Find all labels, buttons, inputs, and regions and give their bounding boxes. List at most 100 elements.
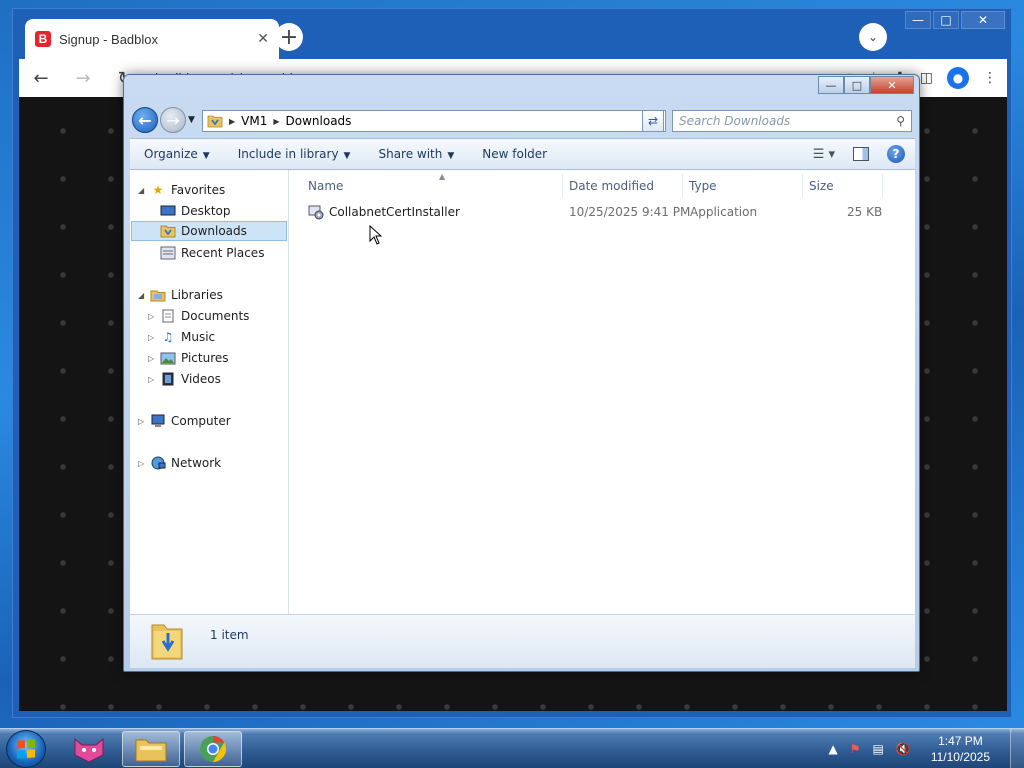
breadcrumb-downloads[interactable]: Downloads xyxy=(286,114,352,128)
browser-menu-icon[interactable]: ⋮ xyxy=(983,70,997,86)
clock[interactable]: 1:47 PM 11/10/2025 xyxy=(931,733,990,765)
column-header-name[interactable]: ▲ Name xyxy=(302,172,563,198)
tab-title: Signup - Badblox xyxy=(59,31,159,47)
nav-network[interactable]: ▷ Network xyxy=(138,453,221,473)
sidepanel-icon[interactable]: ◫ xyxy=(920,70,933,86)
badblox-favicon-icon: B xyxy=(35,31,51,47)
explorer-window: — □ ✕ ← → ▼ ▶ VM1 ▶ Downloads ▼ ⇄ Search… xyxy=(123,74,920,672)
explorer-forward-button[interactable]: → xyxy=(160,107,186,133)
nav-music-label: Music xyxy=(181,330,216,344)
sort-ascending-icon: ▲ xyxy=(439,172,446,181)
explorer-close-button[interactable]: ✕ xyxy=(870,76,914,94)
column-header-date[interactable]: Date modified xyxy=(563,174,683,198)
profile-avatar-icon[interactable]: ● xyxy=(947,67,969,89)
desktop-icon xyxy=(160,204,176,218)
collapsed-arrow-icon[interactable]: ▷ xyxy=(148,354,160,363)
new-tab-button[interactable]: + xyxy=(275,23,303,51)
column-header-type[interactable]: Type xyxy=(683,174,803,198)
explorer-window-controls: — □ ✕ xyxy=(818,76,914,94)
column-name-label: Name xyxy=(308,179,344,193)
item-count: 1 item xyxy=(210,628,249,642)
share-with-button[interactable]: Share with ▼ xyxy=(378,147,454,161)
help-icon[interactable]: ? xyxy=(887,145,905,163)
folder-icon xyxy=(207,115,223,128)
file-type-cell: Application xyxy=(690,205,758,219)
network-tray-icon[interactable]: ▤ xyxy=(873,742,884,756)
application-icon xyxy=(308,205,324,220)
nav-favorites[interactable]: ◢ ★ Favorites xyxy=(138,180,225,200)
browser-window-controls: — □ ✕ xyxy=(905,11,1005,29)
browser-minimize-button[interactable]: — xyxy=(905,11,931,29)
taskbar-app-cat[interactable] xyxy=(60,731,118,767)
windows-logo-icon xyxy=(17,739,35,759)
address-bar[interactable]: ▶ VM1 ▶ Downloads ▼ xyxy=(202,110,666,132)
nav-recent-places[interactable]: Recent Places xyxy=(160,243,264,263)
share-with-label: Share with xyxy=(378,147,443,161)
taskbar: ▲ ⚑ ▤ 🔇 1:47 PM 11/10/2025 xyxy=(0,728,1024,768)
explorer-folder-icon xyxy=(135,739,167,762)
browser-close-button[interactable]: ✕ xyxy=(961,11,1005,29)
breadcrumb-vm1[interactable]: VM1 xyxy=(241,114,267,128)
nav-computer-label: Computer xyxy=(171,414,231,428)
volume-muted-icon[interactable]: 🔇 xyxy=(896,742,911,756)
collapsed-arrow-icon[interactable]: ▷ xyxy=(148,333,160,342)
new-folder-button[interactable]: New folder xyxy=(482,147,547,161)
table-row[interactable]: CollabnetCertInstaller 10/25/2025 9:41 P… xyxy=(302,201,902,223)
column-header-size[interactable]: Size xyxy=(803,174,883,198)
column-date-label: Date modified xyxy=(569,179,655,193)
file-list: ▲ Name Date modified Type Size Collabnet… xyxy=(290,170,915,614)
include-in-library-button[interactable]: Include in library ▼ xyxy=(238,147,351,161)
browser-forward-button[interactable]: → xyxy=(71,68,95,89)
action-center-flag-icon[interactable]: ⚑ xyxy=(850,742,861,756)
start-button[interactable] xyxy=(6,730,46,768)
file-name-label: CollabnetCertInstaller xyxy=(329,205,460,219)
nav-downloads[interactable]: Downloads xyxy=(131,221,287,241)
navigation-pane: ◢ ★ Favorites Desktop Downloads Recent P… xyxy=(130,170,289,614)
collapsed-arrow-icon[interactable]: ▷ xyxy=(138,459,150,468)
nav-libraries[interactable]: ◢ Libraries xyxy=(138,285,223,305)
explorer-minimize-button[interactable]: — xyxy=(818,76,844,94)
nav-computer[interactable]: ▷ Computer xyxy=(138,411,231,431)
recent-places-icon xyxy=(160,246,176,260)
chrome-icon xyxy=(200,735,227,763)
nav-documents[interactable]: ▷ Documents xyxy=(148,306,249,326)
nav-desktop-label: Desktop xyxy=(181,204,231,218)
expanded-arrow-icon[interactable]: ◢ xyxy=(138,186,150,195)
browser-maximize-button[interactable]: □ xyxy=(933,11,959,29)
explorer-back-button[interactable]: ← xyxy=(132,107,158,133)
nav-pictures-label: Pictures xyxy=(181,351,229,365)
nav-videos[interactable]: ▷ Videos xyxy=(148,369,221,389)
organize-button[interactable]: Organize ▼ xyxy=(144,147,210,161)
breadcrumb-separator-icon: ▶ xyxy=(229,116,236,126)
collapsed-arrow-icon[interactable]: ▷ xyxy=(138,417,150,426)
collapsed-arrow-icon[interactable]: ▷ xyxy=(148,312,160,321)
nav-desktop[interactable]: Desktop xyxy=(160,201,231,221)
taskbar-app-explorer[interactable] xyxy=(122,731,180,767)
search-input[interactable]: Search Downloads ⚲ xyxy=(672,110,912,132)
music-icon: ♫ xyxy=(162,330,174,344)
refresh-button[interactable]: ⇄ xyxy=(642,110,664,132)
clock-time: 1:47 PM xyxy=(938,734,983,748)
nav-recent-places-label: Recent Places xyxy=(181,246,265,260)
browser-back-button[interactable]: ← xyxy=(29,68,53,89)
change-view-icon[interactable]: ☰ ▾ xyxy=(813,147,835,162)
expanded-arrow-icon[interactable]: ◢ xyxy=(138,291,150,300)
preview-pane-icon[interactable] xyxy=(853,147,869,161)
show-desktop-button[interactable] xyxy=(1010,729,1024,768)
taskbar-app-chrome[interactable] xyxy=(184,731,242,767)
collapsed-arrow-icon[interactable]: ▷ xyxy=(148,375,160,384)
star-icon: ★ xyxy=(152,183,164,197)
column-size-label: Size xyxy=(809,179,834,193)
nav-pictures[interactable]: ▷ Pictures xyxy=(148,348,229,368)
browser-tab-signup[interactable]: B Signup - Badblox ✕ xyxy=(25,19,279,59)
nav-libraries-label: Libraries xyxy=(171,288,223,302)
explorer-maximize-button[interactable]: □ xyxy=(844,76,870,94)
file-name-cell[interactable]: CollabnetCertInstaller xyxy=(308,204,460,220)
tab-search-chevron-icon[interactable]: ⌄ xyxy=(859,23,887,51)
recent-locations-chevron-icon[interactable]: ▼ xyxy=(188,115,195,125)
search-icon[interactable]: ⚲ xyxy=(896,114,905,128)
nav-music[interactable]: ▷ ♫ Music xyxy=(148,327,215,347)
tab-close-icon[interactable]: ✕ xyxy=(257,31,269,47)
network-icon xyxy=(150,456,166,470)
show-hidden-icons-chevron-icon[interactable]: ▲ xyxy=(829,742,838,756)
